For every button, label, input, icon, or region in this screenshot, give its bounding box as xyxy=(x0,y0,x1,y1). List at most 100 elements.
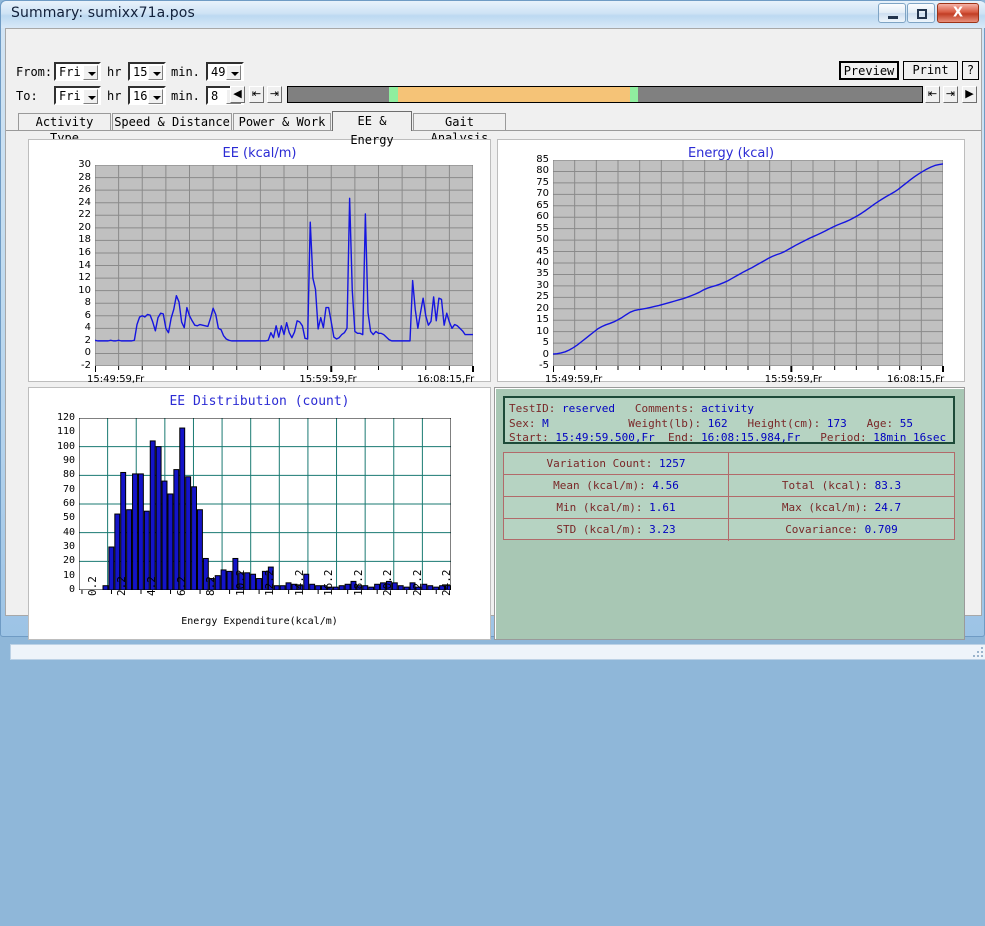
info-line-time: Start: 15:49:59.500,Fr End: 16:08:15.984… xyxy=(509,431,946,444)
statistics-table: Variation Count: 1257 Mean (kcal/m): 4.56… xyxy=(503,452,955,541)
timeline-segment-lead-in[interactable] xyxy=(288,87,390,102)
tab-speed-distance[interactable]: Speed & Distance xyxy=(112,113,232,131)
nav-forward-button[interactable]: ⇥ xyxy=(267,86,282,103)
nav-forward2-button[interactable]: ⇥ xyxy=(943,86,958,103)
stats-value: 1257 xyxy=(659,457,686,470)
from-day-value: Fri xyxy=(59,65,81,79)
y-tick-label: 60 xyxy=(62,498,75,509)
y-tick-label: 14 xyxy=(78,259,91,271)
close-button[interactable]: X xyxy=(937,3,979,23)
from-minute-value: 49 xyxy=(211,65,226,79)
chevron-down-icon[interactable] xyxy=(83,65,98,80)
y-tick-label: -5 xyxy=(539,360,549,371)
nav-back-button[interactable]: ⇤ xyxy=(249,86,264,103)
status-bar xyxy=(10,644,985,660)
from-day-select[interactable]: Fri xyxy=(54,62,101,81)
nav-next-button[interactable]: ▶ xyxy=(962,86,977,103)
x-tick-label: 0.2 xyxy=(85,576,99,596)
from-label: From: xyxy=(16,65,53,79)
x-tick-label: 16:08:15,Fr xyxy=(417,374,475,385)
ee-chart-panel: EE (kcal/m) 30 28 26 24 22 20 18 16 14 12 10 8 6 4 2 0-… xyxy=(28,139,491,385)
info-line-subject: Sex: M Weight(lb): 162 Height(cm): 173 A… xyxy=(509,417,913,430)
timeline-scrollbar[interactable] xyxy=(287,86,923,103)
y-tick-label: 5 xyxy=(542,337,549,349)
timeline-segment-selection[interactable] xyxy=(397,87,630,102)
maximize-button[interactable] xyxy=(907,3,935,23)
energy-x-axis xyxy=(553,366,945,372)
stats-cell: Variation Count: 1257 xyxy=(504,453,729,475)
nav-back2-button[interactable]: ⇤ xyxy=(925,86,940,103)
x-tick-label: 24.2 xyxy=(440,569,454,597)
stats-value: 0.709 xyxy=(864,523,898,536)
chevron-down-icon[interactable] xyxy=(83,89,98,104)
info-key: Weight(lb): xyxy=(548,417,708,430)
minimize-button[interactable] xyxy=(878,3,906,23)
window-title: Summary: sumixx71a.pos xyxy=(11,5,195,21)
chevron-down-icon[interactable] xyxy=(148,89,163,104)
to-day-select[interactable]: Fri xyxy=(54,86,101,105)
y-tick-label: 20 xyxy=(78,221,91,233)
y-tick-label: 2 xyxy=(84,334,91,346)
from-hour-value: 15 xyxy=(133,65,148,79)
y-tick-label: 30 xyxy=(536,279,549,291)
timeline-segment-lead-out[interactable] xyxy=(637,87,922,102)
y-tick-label: 8 xyxy=(84,297,91,309)
stats-cell: Max (kcal/m): 24.7 xyxy=(729,497,954,519)
y-tick-label: 20 xyxy=(536,302,549,314)
from-hour-select[interactable]: 15 xyxy=(128,62,166,81)
y-tick-label: 30 xyxy=(78,159,91,170)
nav-prev-button[interactable]: ◀ xyxy=(230,86,245,103)
x-tick-label: 10.2 xyxy=(233,569,247,597)
info-value: 18min 16sec xyxy=(873,431,947,444)
help-button[interactable]: ? xyxy=(962,61,979,80)
distribution-chart-panel: EE Distribution (count) 120 110 100 90 80 70 6… xyxy=(28,387,491,640)
preview-button[interactable]: Preview xyxy=(839,61,899,80)
tab-ee-energy[interactable]: EE & Energy xyxy=(332,111,412,147)
info-key: Height(cm): xyxy=(727,417,827,430)
subject-info-box: TestID: reserved Comments: activity Sex:… xyxy=(503,396,955,444)
stats-value: 4.56 xyxy=(652,479,679,492)
y-tick-label: 6 xyxy=(84,309,91,321)
to-hour-value: 16 xyxy=(133,89,148,103)
tab-power-work[interactable]: Power & Work xyxy=(233,113,331,131)
info-key: End: xyxy=(654,431,702,444)
x-tick-label: 22.2 xyxy=(410,569,424,597)
y-tick-label: 20 xyxy=(62,555,75,567)
ee-plot-area xyxy=(95,165,473,366)
y-tick-label: 26 xyxy=(78,184,91,196)
from-minute-select[interactable]: 49 xyxy=(206,62,244,81)
x-tick-label: 6.2 xyxy=(174,576,188,596)
chevron-down-icon[interactable] xyxy=(148,65,163,80)
chevron-down-icon[interactable] xyxy=(226,65,241,80)
to-hour-select[interactable]: 16 xyxy=(128,86,166,105)
x-tick-label: 16:08:15,Fr xyxy=(887,374,945,385)
x-tick-label: 18.2 xyxy=(351,569,365,597)
to-hr-label: hr xyxy=(107,89,122,103)
info-key: Period: xyxy=(800,431,874,444)
stats-label: Variation Count: xyxy=(546,457,660,470)
minimize-icon xyxy=(888,16,898,19)
info-value: 162 xyxy=(707,417,728,430)
info-key: Start: xyxy=(509,431,556,444)
timeline-segment-end-marker[interactable] xyxy=(629,87,638,102)
y-tick-label: 85 xyxy=(536,154,549,165)
ee-x-axis xyxy=(95,366,475,372)
tab-gait-analysis[interactable]: Gait Analysis xyxy=(413,113,506,145)
timeline-segment-start-marker[interactable] xyxy=(389,87,398,102)
x-tick-label: 2.2 xyxy=(115,576,129,596)
y-tick-label: 12 xyxy=(78,272,91,284)
stats-label: Total (kcal): xyxy=(781,479,875,492)
resize-grip-icon[interactable] xyxy=(973,647,983,657)
stats-row: STD (kcal/m): 3.23 Covariance: 0.709 xyxy=(504,519,954,541)
toolbar: From: Fri hr 15 min. 49 To: Fri hr 16 mi… xyxy=(6,29,981,105)
to-minute-value: 8 xyxy=(211,89,219,103)
x-tick-label: 15:59:59,Fr xyxy=(764,374,823,385)
x-tick-label: 16.2 xyxy=(322,569,336,597)
stats-cell: Total (kcal): 83.3 xyxy=(729,475,954,497)
y-tick-label: 40 xyxy=(62,526,75,538)
to-day-value: Fri xyxy=(59,89,81,103)
tab-activity-type[interactable]: Activity Type xyxy=(18,113,111,145)
print-button[interactable]: Print xyxy=(903,61,958,80)
y-tick-label: 65 xyxy=(536,199,549,211)
y-tick-label: 70 xyxy=(62,483,75,495)
